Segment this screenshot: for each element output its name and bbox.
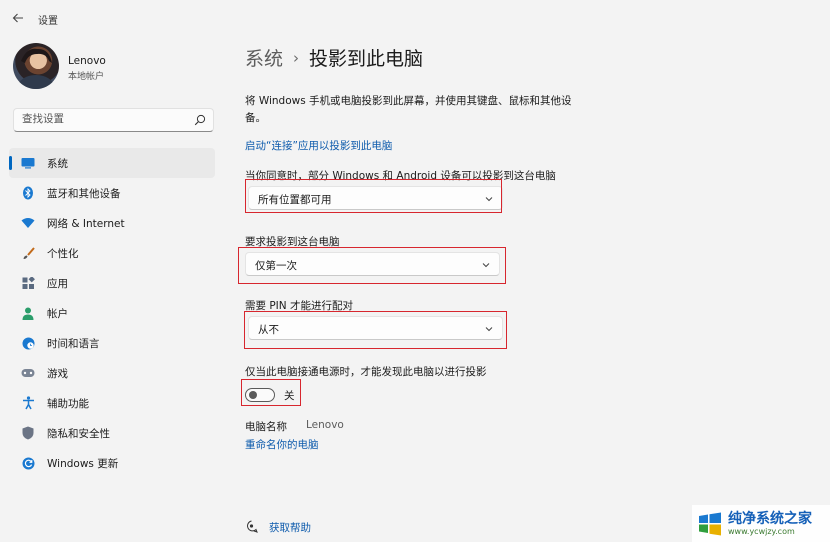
sidebar-item-personalization[interactable]: 个性化	[9, 238, 215, 268]
sidebar-item-time-language[interactable]: 时间和语言	[9, 328, 215, 358]
sidebar-item-accessibility[interactable]: 辅助功能	[9, 388, 215, 418]
sidebar-item-label: 帐户	[47, 307, 68, 320]
get-help-link[interactable]: 获取帮助	[269, 520, 311, 535]
sidebar-item-bluetooth[interactable]: 蓝牙和其他设备	[9, 178, 215, 208]
sidebar-item-system[interactable]: 系统	[9, 148, 215, 178]
back-arrow-icon	[12, 13, 23, 23]
rename-pc-link[interactable]: 重命名你的电脑	[245, 437, 319, 452]
page-title: 投影到此电脑	[309, 48, 424, 70]
account-type: 本地帐户	[68, 72, 105, 82]
highlight-box	[241, 379, 301, 406]
gamepad-icon	[21, 366, 35, 380]
apps-icon	[21, 276, 35, 290]
avatar[interactable]	[13, 43, 59, 89]
avatar-image	[15, 48, 57, 89]
watermark-url: www.ycwjzy.com	[728, 526, 795, 536]
main-content: 系统 › 投影到此电脑 将 Windows 手机或电脑投影到此屏幕，并使用其键盘…	[228, 36, 830, 542]
person-icon	[21, 306, 35, 320]
sidebar-item-label: 隐私和安全性	[47, 427, 110, 440]
sidebar-item-label: 网络 & Internet	[47, 217, 125, 230]
back-button[interactable]	[10, 10, 26, 26]
bluetooth-icon	[21, 186, 35, 200]
wifi-icon	[21, 216, 35, 230]
update-icon	[21, 456, 35, 470]
highlight-box	[238, 247, 506, 284]
system-icon	[21, 156, 35, 170]
help-icon[interactable]	[245, 520, 258, 533]
sidebar-item-accounts[interactable]: 帐户	[9, 298, 215, 328]
accessibility-icon	[21, 396, 35, 410]
title-bar: 设置	[0, 0, 830, 36]
pc-name-label: 电脑名称	[245, 421, 287, 433]
page-description: 将 Windows 手机或电脑投影到此屏幕，并使用其键盘、鼠标和其他设备。	[245, 95, 572, 124]
pc-name-value: Lenovo	[306, 419, 344, 431]
sidebar-item-label: Windows 更新	[47, 457, 119, 470]
sidebar-item-windows-update[interactable]: Windows 更新	[9, 448, 215, 478]
windows-logo-icon	[696, 510, 724, 538]
sidebar: Lenovo 本地帐户 系统 蓝牙和其他设备 网络 & Internet 个性化…	[0, 36, 228, 542]
sidebar-item-label: 时间和语言	[47, 337, 100, 350]
sidebar-item-label: 游戏	[47, 367, 68, 380]
sidebar-item-label: 蓝牙和其他设备	[47, 187, 121, 200]
sidebar-item-gaming[interactable]: 游戏	[9, 358, 215, 388]
breadcrumb-separator: ›	[293, 48, 300, 67]
shield-icon	[21, 426, 35, 440]
sidebar-item-label: 辅助功能	[47, 397, 89, 410]
user-name: Lenovo	[68, 55, 106, 67]
sidebar-item-label: 系统	[47, 157, 68, 170]
sidebar-item-network[interactable]: 网络 & Internet	[9, 208, 215, 238]
sidebar-item-label: 应用	[47, 277, 68, 290]
highlight-box	[245, 179, 502, 213]
search-icon[interactable]	[194, 114, 206, 126]
search-box[interactable]	[13, 108, 214, 132]
watermark-title: 纯净系统之家	[728, 510, 812, 527]
watermark: 纯净系统之家 www.ycwjzy.com	[692, 505, 830, 542]
connect-app-link[interactable]: 启动“连接”应用以投影到此电脑	[245, 138, 392, 153]
sidebar-item-privacy[interactable]: 隐私和安全性	[9, 418, 215, 448]
highlight-box	[244, 311, 507, 349]
app-title: 设置	[38, 16, 58, 27]
active-indicator	[9, 156, 12, 170]
power-only-label: 仅当此电脑接通电源时，才能发现此电脑以进行投影	[245, 366, 487, 378]
breadcrumb-parent[interactable]: 系统	[245, 44, 283, 71]
sidebar-item-label: 个性化	[47, 247, 79, 260]
brush-icon	[21, 246, 35, 260]
sidebar-item-apps[interactable]: 应用	[9, 268, 215, 298]
breadcrumb: 系统 › 投影到此电脑	[245, 44, 423, 71]
sidebar-nav: 系统 蓝牙和其他设备 网络 & Internet 个性化 应用 帐户 时间和语言	[9, 148, 215, 478]
globe-clock-icon	[21, 336, 35, 350]
search-input[interactable]	[22, 113, 182, 125]
